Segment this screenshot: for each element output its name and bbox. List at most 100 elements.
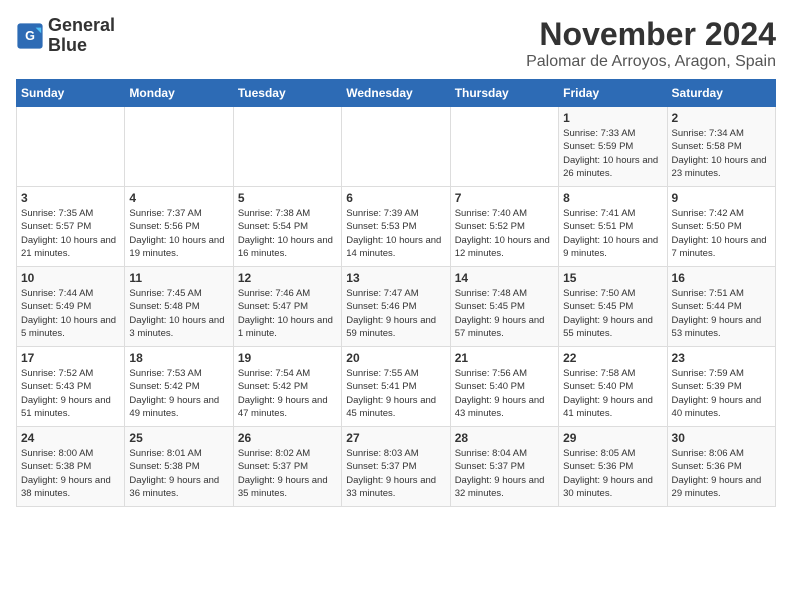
calendar-cell [233,107,341,187]
calendar-cell: 28 Sunrise: 8:04 AM Sunset: 5:37 PM Dayli… [450,427,558,507]
calendar-cell: 11 Sunrise: 7:45 AM Sunset: 5:48 PM Dayli… [125,267,233,347]
cell-info: Sunrise: 7:33 AM Sunset: 5:59 PM Dayligh… [563,127,662,180]
day-number: 19 [238,351,337,365]
day-number: 15 [563,271,662,285]
day-number: 18 [129,351,228,365]
day-number: 30 [672,431,771,445]
cell-info: Sunrise: 7:37 AM Sunset: 5:56 PM Dayligh… [129,207,228,260]
calendar-cell: 3 Sunrise: 7:35 AM Sunset: 5:57 PM Daylig… [17,187,125,267]
day-number: 16 [672,271,771,285]
cell-info: Sunrise: 8:02 AM Sunset: 5:37 PM Dayligh… [238,447,337,500]
day-number: 6 [346,191,445,205]
day-number: 29 [563,431,662,445]
calendar-cell: 14 Sunrise: 7:48 AM Sunset: 5:45 PM Dayli… [450,267,558,347]
calendar-week-2: 10 Sunrise: 7:44 AM Sunset: 5:49 PM Dayli… [17,267,776,347]
logo-line1: General [48,16,115,36]
day-number: 28 [455,431,554,445]
day-header-saturday: Saturday [667,80,775,107]
day-number: 14 [455,271,554,285]
calendar-cell: 13 Sunrise: 7:47 AM Sunset: 5:46 PM Dayli… [342,267,450,347]
day-number: 11 [129,271,228,285]
calendar-cell: 7Sunrise: 7:40 AM Sunset: 5:52 PM Daylig… [450,187,558,267]
calendar-cell: 15Sunrise: 7:50 AM Sunset: 5:45 PM Dayli… [559,267,667,347]
logo-icon: G [16,22,44,50]
cell-info: Sunrise: 8:04 AM Sunset: 5:37 PM Dayligh… [455,447,554,500]
day-number: 25 [129,431,228,445]
day-number: 10 [21,271,120,285]
day-number: 27 [346,431,445,445]
cell-info: Sunrise: 7:56 AM Sunset: 5:40 PM Dayligh… [455,367,554,420]
cell-info: Sunrise: 7:53 AM Sunset: 5:42 PM Dayligh… [129,367,228,420]
day-number: 8 [563,191,662,205]
cell-info: Sunrise: 8:00 AM Sunset: 5:38 PM Dayligh… [21,447,120,500]
cell-info: Sunrise: 7:47 AM Sunset: 5:46 PM Dayligh… [346,287,445,340]
day-number: 1 [563,111,662,125]
calendar-cell: 16Sunrise: 7:51 AM Sunset: 5:44 PM Dayli… [667,267,775,347]
day-header-sunday: Sunday [17,80,125,107]
day-number: 12 [238,271,337,285]
calendar-week-0: 1 Sunrise: 7:33 AM Sunset: 5:59 PM Daylig… [17,107,776,187]
day-header-wednesday: Wednesday [342,80,450,107]
day-number: 5 [238,191,337,205]
cell-info: Sunrise: 8:06 AM Sunset: 5:36 PM Dayligh… [672,447,771,500]
day-header-monday: Monday [125,80,233,107]
calendar-cell: 24Sunrise: 8:00 AM Sunset: 5:38 PM Dayli… [17,427,125,507]
calendar-cell: 8 Sunrise: 7:41 AM Sunset: 5:51 PM Daylig… [559,187,667,267]
calendar-cell: 26 Sunrise: 8:02 AM Sunset: 5:37 PM Dayli… [233,427,341,507]
calendar-cell: 25 Sunrise: 8:01 AM Sunset: 5:38 PM Dayli… [125,427,233,507]
day-number: 26 [238,431,337,445]
calendar-cell: 22 Sunrise: 7:58 AM Sunset: 5:40 PM Dayli… [559,347,667,427]
calendar-week-1: 3 Sunrise: 7:35 AM Sunset: 5:57 PM Daylig… [17,187,776,267]
cell-info: Sunrise: 7:52 AM Sunset: 5:43 PM Dayligh… [21,367,120,420]
cell-info: Sunrise: 7:54 AM Sunset: 5:42 PM Dayligh… [238,367,337,420]
calendar-cell: 29 Sunrise: 8:05 AM Sunset: 5:36 PM Dayli… [559,427,667,507]
title-area: November 2024 Palomar de Arroyos, Aragon… [526,16,776,71]
day-number: 20 [346,351,445,365]
day-number: 2 [672,111,771,125]
cell-info: Sunrise: 8:03 AM Sunset: 5:37 PM Dayligh… [346,447,445,500]
calendar-cell: 23 Sunrise: 7:59 AM Sunset: 5:39 PM Dayli… [667,347,775,427]
cell-info: Sunrise: 7:45 AM Sunset: 5:48 PM Dayligh… [129,287,228,340]
cell-info: Sunrise: 7:34 AM Sunset: 5:58 PM Dayligh… [672,127,771,180]
calendar-cell: 5Sunrise: 7:38 AM Sunset: 5:54 PM Daylig… [233,187,341,267]
calendar-week-4: 24Sunrise: 8:00 AM Sunset: 5:38 PM Dayli… [17,427,776,507]
cell-info: Sunrise: 7:44 AM Sunset: 5:49 PM Dayligh… [21,287,120,340]
header-row: SundayMondayTuesdayWednesdayThursdayFrid… [17,80,776,107]
calendar-cell: 4 Sunrise: 7:37 AM Sunset: 5:56 PM Daylig… [125,187,233,267]
header: G General Blue November 2024 Palomar de … [16,16,776,71]
calendar-cell [342,107,450,187]
calendar-cell: 10 Sunrise: 7:44 AM Sunset: 5:49 PM Dayli… [17,267,125,347]
calendar-cell: 18 Sunrise: 7:53 AM Sunset: 5:42 PM Dayli… [125,347,233,427]
day-number: 13 [346,271,445,285]
day-number: 23 [672,351,771,365]
calendar-cell: 2 Sunrise: 7:34 AM Sunset: 5:58 PM Daylig… [667,107,775,187]
day-number: 7 [455,191,554,205]
svg-text:G: G [25,29,35,43]
cell-info: Sunrise: 7:41 AM Sunset: 5:51 PM Dayligh… [563,207,662,260]
calendar-cell [17,107,125,187]
logo-line2: Blue [48,36,115,56]
calendar-cell: 1 Sunrise: 7:33 AM Sunset: 5:59 PM Daylig… [559,107,667,187]
calendar-cell: 21 Sunrise: 7:56 AM Sunset: 5:40 PM Dayli… [450,347,558,427]
cell-info: Sunrise: 8:01 AM Sunset: 5:38 PM Dayligh… [129,447,228,500]
day-number: 3 [21,191,120,205]
cell-info: Sunrise: 7:58 AM Sunset: 5:40 PM Dayligh… [563,367,662,420]
day-number: 22 [563,351,662,365]
calendar-cell: 17 Sunrise: 7:52 AM Sunset: 5:43 PM Dayli… [17,347,125,427]
month-title: November 2024 [526,16,776,53]
day-header-thursday: Thursday [450,80,558,107]
location-title: Palomar de Arroyos, Aragon, Spain [526,53,776,71]
calendar-cell: 9Sunrise: 7:42 AM Sunset: 5:50 PM Daylig… [667,187,775,267]
day-number: 4 [129,191,228,205]
cell-info: Sunrise: 7:35 AM Sunset: 5:57 PM Dayligh… [21,207,120,260]
cell-info: Sunrise: 7:59 AM Sunset: 5:39 PM Dayligh… [672,367,771,420]
calendar-cell: 20Sunrise: 7:55 AM Sunset: 5:41 PM Dayli… [342,347,450,427]
cell-info: Sunrise: 7:39 AM Sunset: 5:53 PM Dayligh… [346,207,445,260]
day-number: 17 [21,351,120,365]
calendar-cell: 30 Sunrise: 8:06 AM Sunset: 5:36 PM Dayli… [667,427,775,507]
calendar-cell [125,107,233,187]
cell-info: Sunrise: 7:48 AM Sunset: 5:45 PM Dayligh… [455,287,554,340]
cell-info: Sunrise: 8:05 AM Sunset: 5:36 PM Dayligh… [563,447,662,500]
day-number: 21 [455,351,554,365]
calendar-table: SundayMondayTuesdayWednesdayThursdayFrid… [16,79,776,507]
